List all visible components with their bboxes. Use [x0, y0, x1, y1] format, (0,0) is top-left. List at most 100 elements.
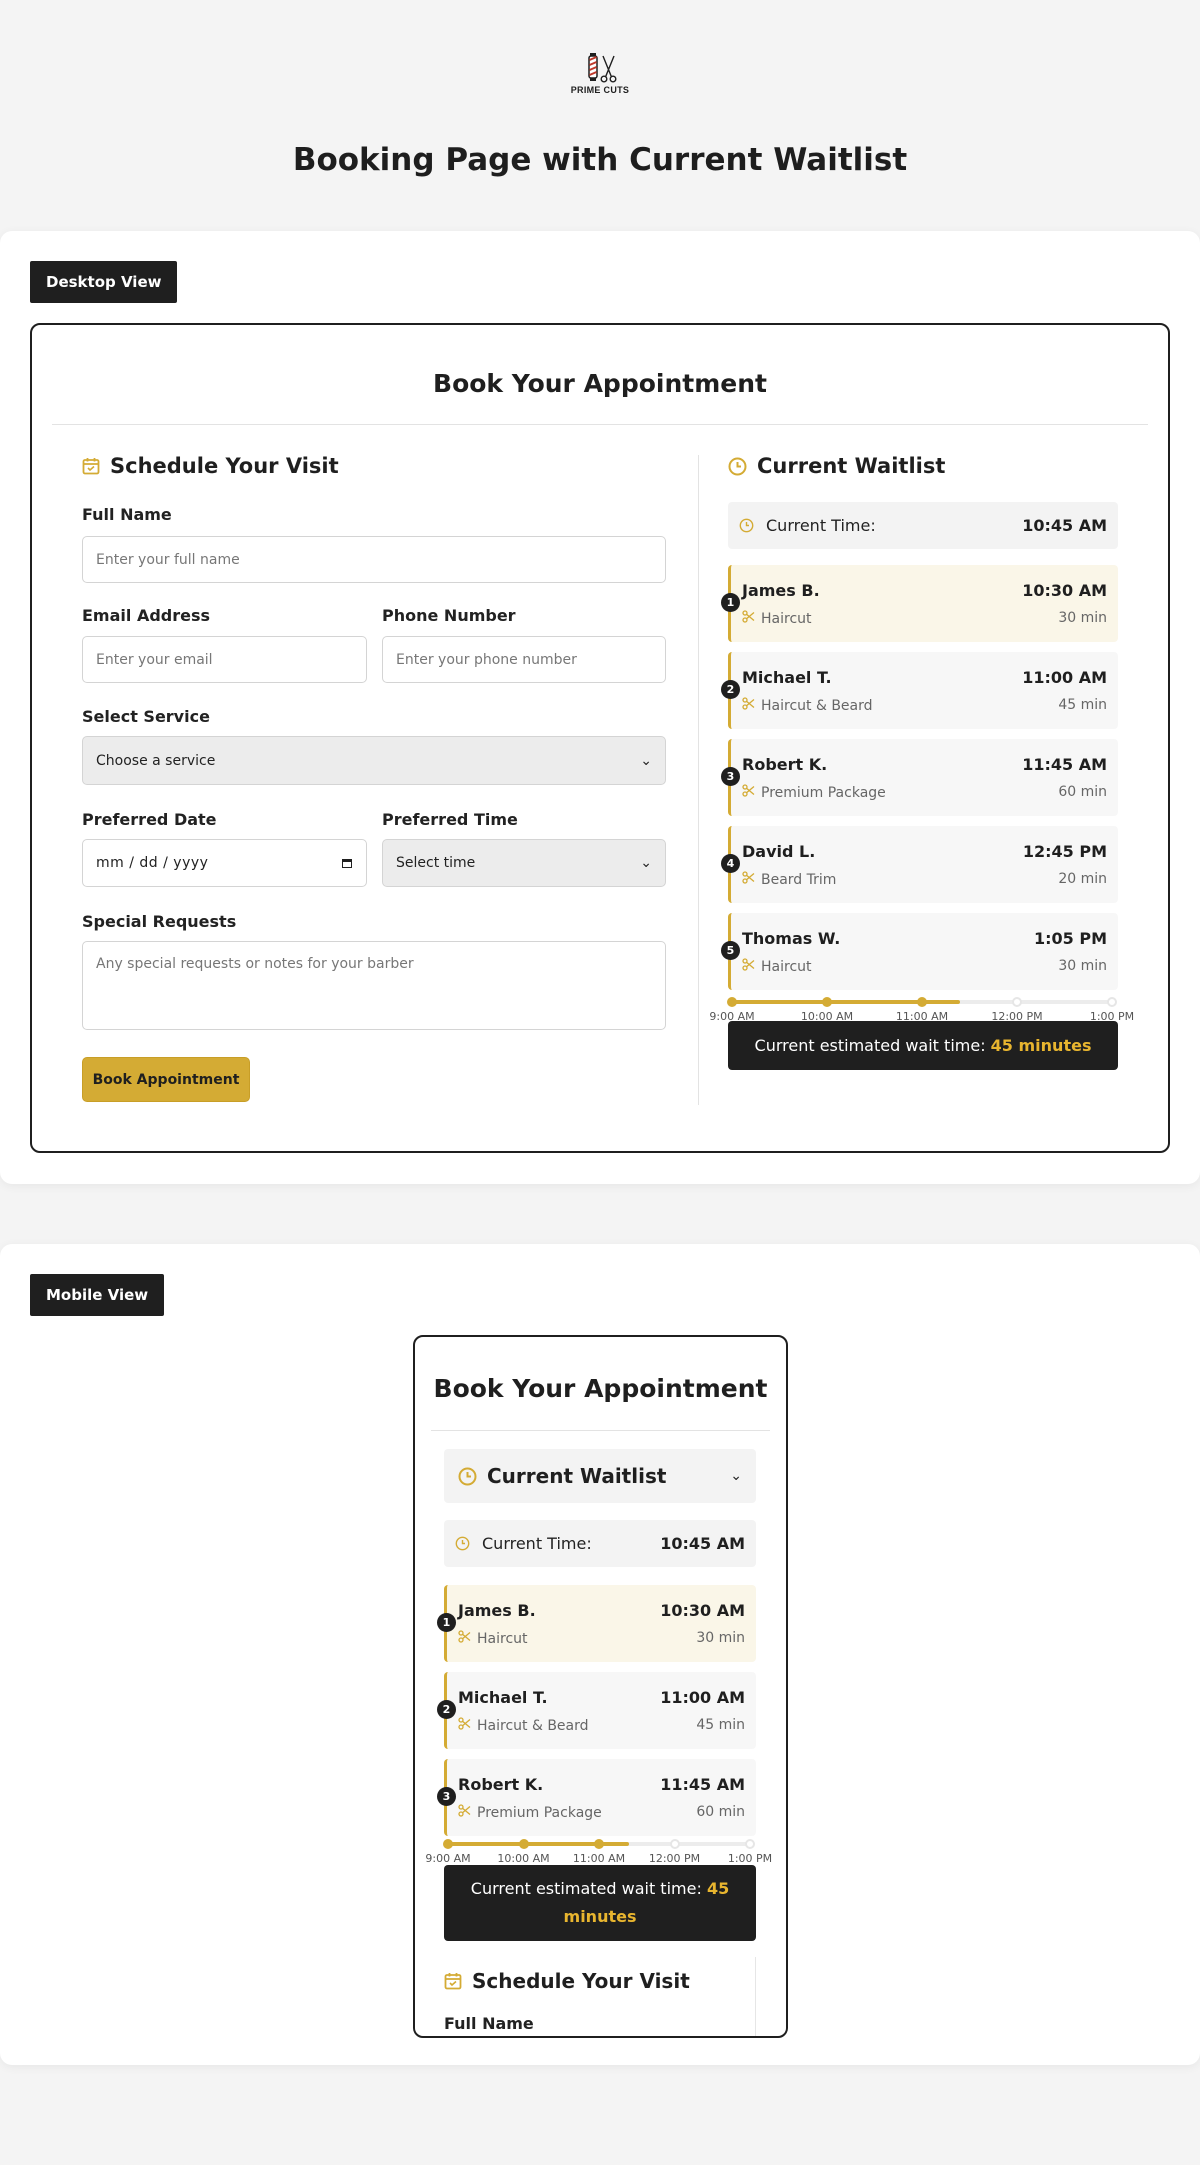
schedule-heading-text: Schedule Your Visit [110, 454, 339, 478]
appointment-time: 10:30 AM [660, 1601, 745, 1620]
time-value: Select time [396, 855, 476, 871]
current-time-box: Current Time: 10:45 AM [728, 502, 1118, 549]
mobile-view-section: Mobile View Book Your Appointment Curren… [0, 1244, 1200, 2065]
service-name: Haircut & Beard [477, 1717, 589, 1734]
scissors-icon [742, 784, 755, 801]
position-badge: 3 [721, 767, 740, 786]
appointment-time: 11:45 AM [1022, 755, 1107, 774]
calendar-picker-icon[interactable] [341, 857, 353, 869]
phone-input[interactable]: Enter your phone number [382, 636, 666, 683]
requests-placeholder: Any special requests or notes for your b… [96, 956, 414, 972]
booking-title: Book Your Appointment [433, 1374, 768, 1403]
appointment-time: 11:45 AM [660, 1775, 745, 1794]
customer-name: Robert K. [458, 1775, 544, 1794]
scissors-icon [742, 610, 755, 627]
service-name: Premium Package [761, 784, 886, 801]
email-input[interactable]: Enter your email [82, 636, 367, 683]
duration: 60 min [1058, 784, 1107, 800]
timeline-marker [917, 997, 927, 1007]
chevron-down-icon: ⌄ [640, 752, 652, 769]
timeline-marker [1107, 997, 1117, 1007]
scissors-icon [458, 1717, 471, 1734]
date-input[interactable]: mm / dd / yyyy [82, 839, 367, 887]
appointment-time: 12:45 PM [1022, 842, 1107, 861]
phone-label: Phone Number [382, 606, 516, 625]
chevron-down-icon: ⌄ [640, 855, 652, 871]
timeline-label: 9:00 AM [425, 1852, 471, 1865]
current-time-label: Current Time: [482, 1534, 592, 1553]
waitlist-entry: 4 David L. 12:45 PM Beard Trim 20 min [721, 826, 1118, 903]
appointment-time: 11:00 AM [1022, 668, 1107, 687]
scissors-icon [458, 1804, 471, 1821]
requests-textarea[interactable]: Any special requests or notes for your b… [82, 941, 666, 1030]
service: Premium Package [742, 784, 886, 801]
position-badge: 1 [437, 1613, 456, 1632]
time-label: Preferred Time [382, 810, 518, 829]
timeline-marker [443, 1839, 453, 1849]
duration: 45 min [1058, 697, 1107, 713]
schedule-form: Schedule Your Visit Full Name [444, 1957, 756, 2036]
wait-time-banner: Current estimated wait time: 45 minutes [444, 1865, 756, 1941]
calendar-icon [82, 458, 100, 475]
current-time-label: Current Time: [766, 516, 876, 535]
mobile-view-label: Mobile View [30, 1274, 165, 1316]
duration: 30 min [1058, 958, 1107, 974]
service: Haircut [742, 610, 812, 627]
service: Haircut [458, 1630, 528, 1647]
customer-name: Thomas W. [742, 929, 841, 948]
title-divider [431, 1430, 770, 1431]
position-badge: 3 [437, 1787, 456, 1806]
book-appointment-button[interactable]: Book Appointment [82, 1057, 250, 1102]
duration: 60 min [696, 1804, 745, 1820]
duration: 30 min [1058, 610, 1107, 626]
wait-time-banner: Current estimated wait time: 45 minutes [728, 1021, 1118, 1070]
appointment-time: 10:30 AM [1022, 581, 1107, 600]
position-badge: 5 [721, 941, 740, 960]
timeline-marker [745, 1839, 755, 1849]
clock-icon [458, 1467, 477, 1485]
scissors-icon [742, 871, 755, 888]
brand-logo: PRIME CUTS [570, 52, 630, 102]
date-value: mm / dd / yyyy [96, 855, 209, 871]
service: Haircut & Beard [458, 1717, 589, 1734]
timeline-marker [594, 1839, 604, 1849]
waitlist-toggle[interactable]: Current Waitlist ⌄ [444, 1449, 756, 1503]
timeline-marker [669, 1839, 680, 1849]
service: Premium Package [458, 1804, 602, 1821]
timeline-label: 10:00 AM [497, 1852, 550, 1865]
customer-name: David L. [742, 842, 816, 861]
service-name: Haircut [477, 1630, 528, 1647]
full-name-label: Full Name [444, 2014, 534, 2033]
booking-title: Book Your Appointment [433, 369, 767, 398]
full-name-input[interactable]: Enter your full name [82, 536, 666, 583]
service: Beard Trim [742, 871, 836, 888]
date-label: Preferred Date [82, 810, 217, 829]
customer-name: Michael T. [742, 668, 832, 687]
current-time-value: 10:45 AM [660, 1534, 745, 1553]
desktop-frame: Book Your Appointment Schedule Your Visi… [30, 323, 1170, 1153]
waitlist-entry: 3 Robert K. 11:45 AM Premium Package 60 min [721, 739, 1118, 816]
chevron-down-icon[interactable]: ⌄ [730, 1468, 742, 1484]
position-badge: 2 [721, 680, 740, 699]
current-time-value: 10:45 AM [1022, 516, 1107, 535]
service-select[interactable]: Choose a service ⌄ [82, 736, 666, 785]
calendar-icon [444, 1973, 462, 1990]
wait-timeline: 9:00 AM 10:00 AM 11:00 AM 12:00 PM 1:00 PM [425, 1837, 772, 1865]
customer-name: Michael T. [458, 1688, 548, 1707]
timeline-label: 11:00 AM [572, 1852, 626, 1865]
waitlist-heading-text: Current Waitlist [487, 1464, 667, 1488]
clock-icon [739, 518, 754, 533]
full-name-placeholder: Enter your full name [96, 551, 240, 568]
duration: 20 min [1058, 871, 1107, 887]
timeline-label: 1:00 PM [727, 1852, 773, 1865]
timeline-marker [1012, 997, 1022, 1007]
scissors-icon [458, 1630, 471, 1647]
service-name: Premium Package [477, 1804, 602, 1821]
position-badge: 1 [721, 593, 740, 612]
timeline-marker [822, 997, 832, 1007]
time-select[interactable]: Select time ⌄ [382, 839, 666, 887]
waitlist-heading-text: Current Waitlist [757, 454, 946, 478]
timeline-label: 12:00 PM [648, 1852, 701, 1865]
customer-name: James B. [742, 581, 820, 600]
waitlist-entry: 2 Michael T. 11:00 AM Haircut & Beard 45 min [437, 1672, 756, 1749]
